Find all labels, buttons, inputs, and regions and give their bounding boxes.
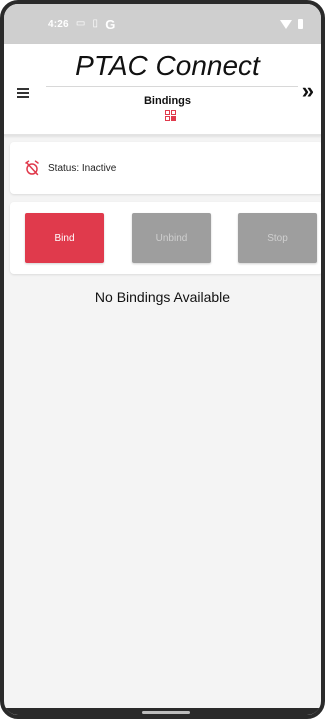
page-title: Bindings (143, 95, 192, 107)
unbind-button[interactable]: Unbind (132, 213, 211, 263)
status-time: 4:26 (48, 18, 69, 30)
wifi-icon (280, 19, 292, 29)
title-divider (46, 86, 298, 87)
status-bar: 4:26 ▭ ▯ G (4, 4, 321, 44)
bind-button[interactable]: Bind (25, 213, 104, 263)
app-header: PTAC Connect » Bindings (4, 44, 321, 136)
home-indicator[interactable] (142, 711, 190, 714)
action-buttons-card: Bind Unbind Stop (10, 202, 321, 274)
status-text: Status: Inactive (48, 162, 117, 174)
stop-button[interactable]: Stop (238, 213, 317, 263)
navigation-bar (4, 708, 321, 715)
phone-screen: 4:26 ▭ ▯ G PTAC Connect » Bindings Statu… (0, 0, 325, 719)
status-right-group (280, 19, 303, 29)
app-title: PTAC Connect (75, 50, 260, 81)
empty-state-message: No Bindings Available (94, 289, 231, 305)
status-left-group: 4:26 ▭ ▯ G (48, 17, 116, 32)
status-card: Status: Inactive (10, 142, 321, 194)
message-icon: ▭ (75, 18, 86, 29)
google-icon: G (105, 16, 116, 32)
alarm-off-icon (25, 160, 39, 176)
battery-icon (298, 19, 303, 29)
sim-card-icon: ▯ (92, 18, 99, 29)
grid-qr-icon (165, 110, 176, 121)
